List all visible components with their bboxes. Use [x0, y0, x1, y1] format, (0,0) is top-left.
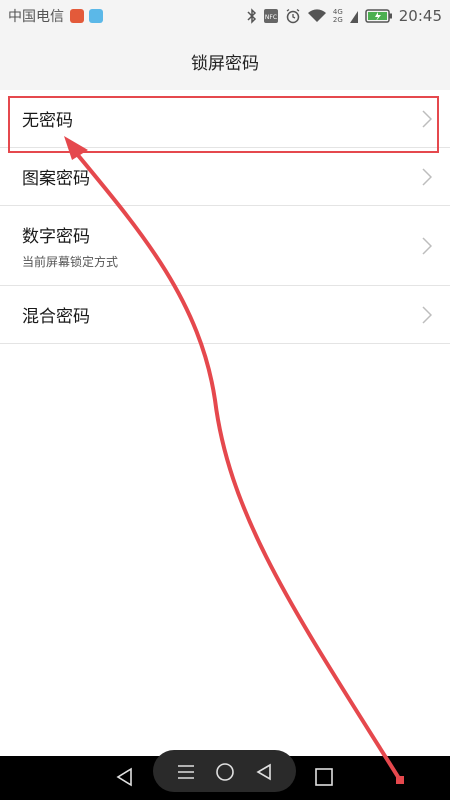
page-title: 锁屏密码	[191, 53, 259, 74]
title-bar: 锁屏密码	[0, 32, 450, 90]
option-label: 无密码	[22, 111, 73, 131]
wifi-icon	[307, 8, 327, 24]
back-small-icon[interactable]	[249, 757, 279, 787]
network-badge-bottom: 2G	[332, 16, 343, 24]
status-bar: 中国电信 NFC 4G 2G 20:45	[0, 0, 450, 32]
option-no-password[interactable]: 无密码	[0, 90, 450, 148]
signal-bars-icon	[349, 8, 359, 24]
status-icons: NFC 4G 2G 20:45	[247, 7, 442, 25]
option-pattern-password[interactable]: 图案密码	[0, 148, 450, 206]
chevron-right-icon	[422, 167, 432, 186]
carrier-name: 中国电信	[8, 9, 64, 25]
network-badge-top: 4G	[332, 8, 343, 16]
current-lock-method-note: 当前屏幕锁定方式	[22, 254, 119, 269]
nfc-label: NFC	[265, 14, 277, 21]
battery-charging-icon	[365, 9, 393, 23]
option-label: 数字密码	[22, 226, 90, 247]
option-label: 图案密码	[22, 169, 90, 189]
home-icon[interactable]	[210, 757, 240, 787]
option-label: 混合密码	[22, 307, 90, 327]
signal-icon: 4G 2G	[333, 8, 343, 24]
gallery-notification-icon	[89, 9, 103, 23]
chevron-right-icon	[422, 236, 432, 255]
bluetooth-icon	[247, 8, 257, 24]
clock: 20:45	[398, 7, 442, 25]
option-mixed-password[interactable]: 混合密码	[0, 286, 450, 344]
back-icon[interactable]	[110, 762, 140, 792]
recent-apps-icon[interactable]	[309, 762, 339, 792]
option-pin-password[interactable]: 数字密码 当前屏幕锁定方式	[0, 206, 450, 286]
chevron-right-icon	[422, 305, 432, 324]
alarm-icon	[285, 8, 301, 24]
nfc-icon: NFC	[263, 8, 279, 24]
app-notification-icon	[70, 9, 84, 23]
menu-icon[interactable]	[171, 757, 201, 787]
chevron-right-icon	[422, 109, 432, 128]
lock-type-list: 无密码 图案密码 数字密码 当前屏幕锁定方式 混合密码	[0, 90, 450, 344]
